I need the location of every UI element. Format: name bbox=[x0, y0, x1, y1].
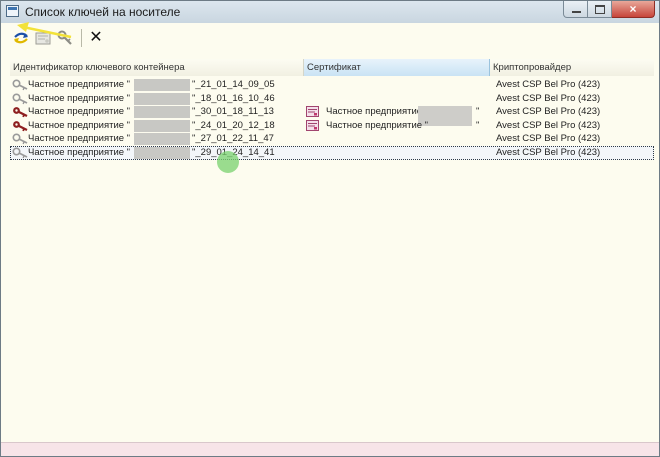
certificate-label: Частное предприятие " bbox=[326, 106, 429, 118]
container-id-cell: Частное предприятие " "_27_01_22_11_47 bbox=[10, 132, 300, 146]
container-id-cell: Частное предприятие " "_30_01_18_11_13 bbox=[10, 105, 300, 119]
mouse-cursor-highlight bbox=[217, 151, 239, 173]
title-bar[interactable]: Список ключей на носителе × bbox=[1, 1, 659, 23]
certificate-icon bbox=[306, 119, 319, 131]
minimize-button[interactable] bbox=[563, 1, 588, 18]
status-bar bbox=[1, 442, 659, 456]
key-container-list: Частное предприятие " "_21_01_14_09_05 Ave… bbox=[10, 78, 654, 418]
container-id-cell: Частное предприятие " "_24_01_20_12_18 bbox=[10, 119, 300, 133]
column-header-certificate[interactable]: Сертификат bbox=[304, 59, 490, 76]
container-id-cell: Частное предприятие " "_21_01_14_09_05 bbox=[10, 78, 300, 92]
key-gray-icon bbox=[12, 147, 28, 159]
container-id-suffix: "_30_01_18_11_13 bbox=[192, 106, 274, 118]
table-row[interactable]: Частное предприятие " "_18_01_16_10_46 Ave… bbox=[10, 92, 654, 106]
container-id-prefix: Частное предприятие " bbox=[28, 133, 131, 145]
container-id-prefix: Частное предприятие " bbox=[28, 106, 131, 118]
redacted-name bbox=[134, 133, 190, 146]
maximize-button[interactable] bbox=[588, 1, 612, 18]
window-controls: × bbox=[563, 1, 655, 19]
redacted-name bbox=[134, 92, 190, 105]
redacted-name bbox=[134, 146, 190, 159]
container-id-cell: Частное предприятие " "_18_01_16_10_46 bbox=[10, 92, 300, 106]
provider-cell: Avest CSP Bel Pro (423) bbox=[496, 119, 601, 131]
container-id-prefix: Частное предприятие " bbox=[28, 146, 131, 158]
certificate-label: Частное предприятие " bbox=[326, 119, 429, 131]
redacted-name bbox=[134, 106, 190, 119]
list-column-header: Идентификатор ключевого контейнера Серти… bbox=[10, 59, 654, 76]
key-gray-icon bbox=[12, 133, 28, 145]
redacted-name bbox=[134, 79, 190, 91]
table-row[interactable]: Частное предприятие " "_30_01_18_11_13 Час… bbox=[10, 105, 654, 127]
close-button[interactable]: × bbox=[612, 1, 655, 18]
key-red-icon bbox=[12, 120, 28, 132]
provider-cell: Avest CSP Bel Pro (423) bbox=[496, 106, 601, 118]
table-row[interactable]: Частное предприятие " "_24_01_20_12_18 Час… bbox=[10, 119, 654, 133]
toolbar: ✕ bbox=[1, 25, 659, 51]
certificate-cell bbox=[304, 132, 492, 146]
key-red-icon bbox=[12, 106, 28, 118]
column-header-container-id[interactable]: Идентификатор ключевого контейнера bbox=[10, 59, 304, 76]
provider-cell: Avest CSP Bel Pro (423) bbox=[496, 79, 601, 90]
container-id-suffix: "_24_01_20_12_18 bbox=[192, 119, 275, 131]
delete-button[interactable]: ✕ bbox=[86, 28, 106, 48]
provider-cell: Avest CSP Bel Pro (423) bbox=[496, 133, 601, 145]
certificate-cell bbox=[304, 92, 492, 106]
container-id-suffix: "_27_01_22_11_47 bbox=[192, 133, 274, 145]
toolbar-separator bbox=[81, 29, 82, 47]
close-icon: × bbox=[629, 2, 637, 16]
annotation-arrow-icon bbox=[17, 22, 72, 39]
provider-cell: Avest CSP Bel Pro (423) bbox=[496, 146, 601, 158]
key-gray-icon bbox=[12, 79, 28, 91]
table-row[interactable]: Частное предприятие ""_29_01_24_14_41 Ave… bbox=[10, 145, 654, 160]
certificate-icon bbox=[306, 106, 319, 118]
column-header-provider[interactable]: Криптопровайдер bbox=[490, 59, 654, 76]
redacted-name bbox=[134, 119, 190, 132]
certificate-cell: Частное предприятие " " bbox=[304, 105, 492, 127]
certificate-cell: Частное предприятие " " bbox=[304, 119, 492, 133]
container-id-suffix: "_18_01_16_10_46 bbox=[192, 92, 275, 104]
provider-cell: Avest CSP Bel Pro (423) bbox=[496, 92, 601, 104]
container-id-cell: Частное предприятие ""_29_01_24_14_41 bbox=[10, 146, 300, 160]
container-id-prefix: Частное предприятие " bbox=[28, 119, 131, 131]
key-list-window: Список ключей на носителе × ✕ Идентифика… bbox=[0, 0, 660, 457]
certificate-cell bbox=[304, 78, 492, 92]
table-row[interactable]: Частное предприятие " "_21_01_14_09_05 Ave… bbox=[10, 78, 654, 92]
app-window-icon bbox=[6, 5, 19, 17]
certificate-label-end: " bbox=[476, 106, 480, 118]
certificate-cell bbox=[304, 146, 492, 160]
key-gray-icon bbox=[12, 93, 28, 105]
certificate-label-end: " bbox=[476, 119, 480, 131]
table-row[interactable]: Частное предприятие " "_27_01_22_11_47 Ave… bbox=[10, 132, 654, 146]
delete-icon: ✕ bbox=[89, 29, 103, 46]
container-id-prefix: Частное предприятие " bbox=[28, 79, 131, 90]
container-id-suffix: "_21_01_14_09_05 bbox=[192, 79, 275, 90]
container-id-prefix: Частное предприятие " bbox=[28, 92, 131, 104]
